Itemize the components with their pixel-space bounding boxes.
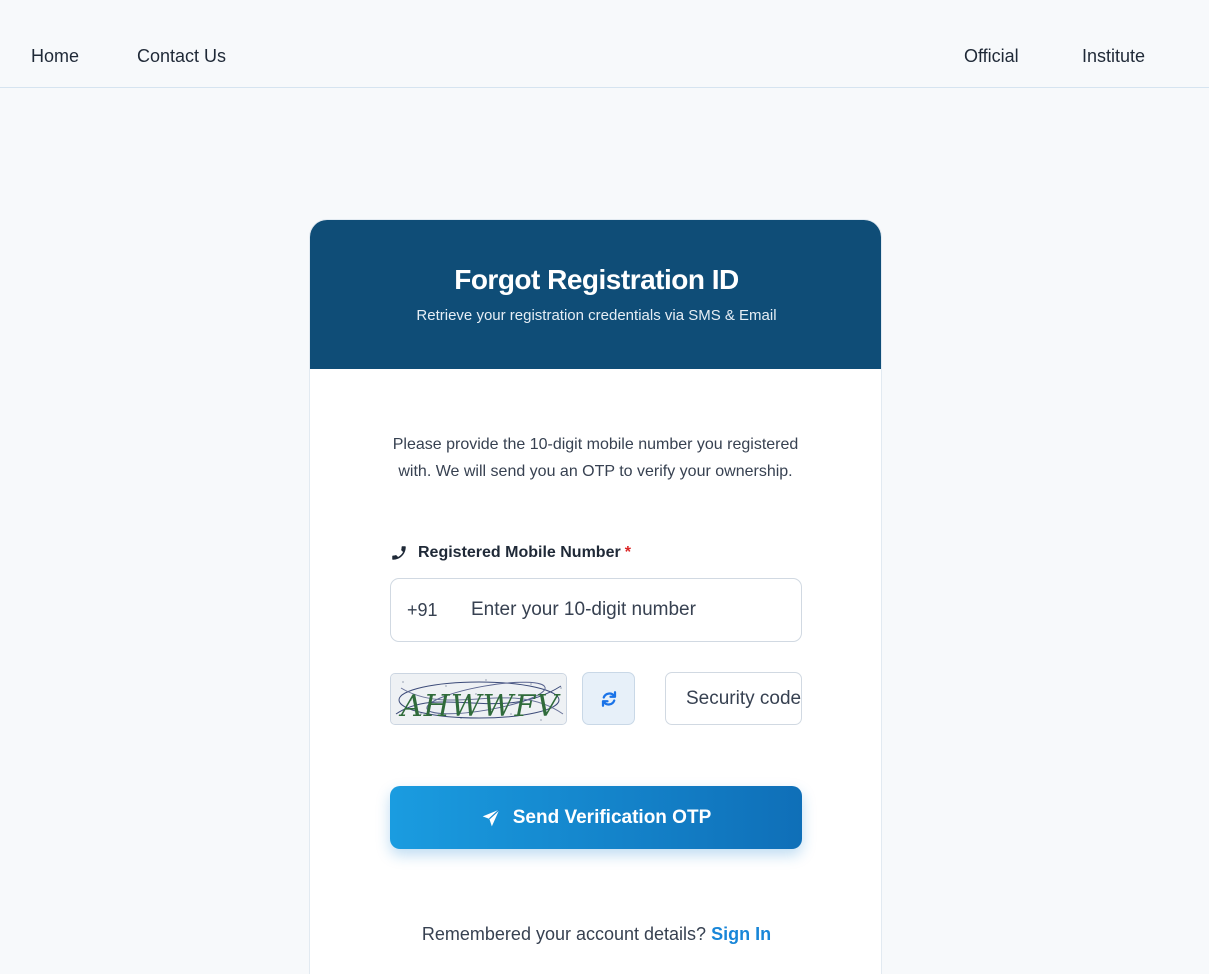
nav-institute-link[interactable]: Institute [1082, 46, 1145, 67]
card-header: Forgot Registration ID Retrieve your reg… [310, 220, 881, 369]
send-otp-label: Send Verification OTP [512, 806, 712, 828]
nav-official-link[interactable]: Official [964, 46, 1019, 67]
page-title: Forgot Registration ID [454, 264, 739, 295]
page-subtitle: Retrieve your registration credentials v… [416, 307, 777, 324]
mobile-number-field: +91 [390, 578, 802, 642]
send-otp-button[interactable]: Send Verification OTP [390, 786, 802, 849]
forgot-registration-card: Forgot Registration ID Retrieve your reg… [309, 219, 882, 974]
required-asterisk: * [624, 544, 631, 561]
phone-icon [392, 546, 406, 560]
nav-contact-link[interactable]: Contact Us [137, 46, 226, 67]
signin-prompt: Remembered your account details? Sign In [310, 924, 881, 945]
mobile-number-label: Registered Mobile Number * [390, 542, 631, 564]
captcha-image: AHWWFV [390, 673, 567, 725]
instructions-text: Please provide the 10-digit mobile numbe… [392, 436, 799, 480]
remembered-text: Remembered your account details? [421, 924, 707, 944]
paper-plane-icon [482, 808, 500, 826]
top-navbar: Home Contact Us Official Institute [0, 0, 1209, 88]
refresh-icon [601, 690, 616, 707]
mobile-number-label-text: Registered Mobile Number [418, 544, 621, 561]
nav-home-link[interactable]: Home [31, 46, 79, 67]
security-code-input[interactable] [665, 672, 802, 725]
mobile-number-input[interactable] [471, 579, 791, 641]
signin-link[interactable]: Sign In [711, 924, 771, 944]
captcha-graphic: AHWWFV [391, 674, 566, 724]
captcha-text: AHWWFV [398, 689, 561, 724]
refresh-captcha-button[interactable] [582, 672, 635, 725]
country-code: +91 [407, 600, 438, 620]
